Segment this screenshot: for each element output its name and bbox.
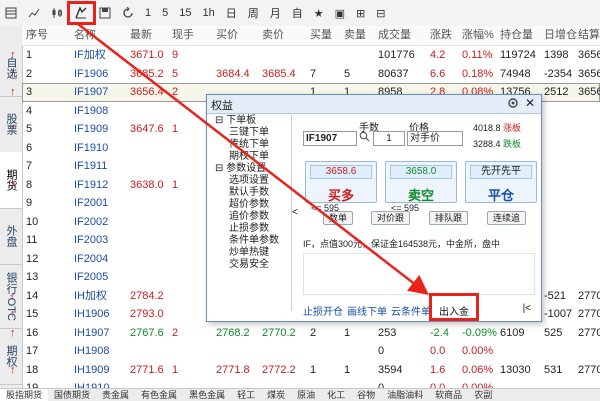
guide-arrow bbox=[77, 23, 429, 296]
